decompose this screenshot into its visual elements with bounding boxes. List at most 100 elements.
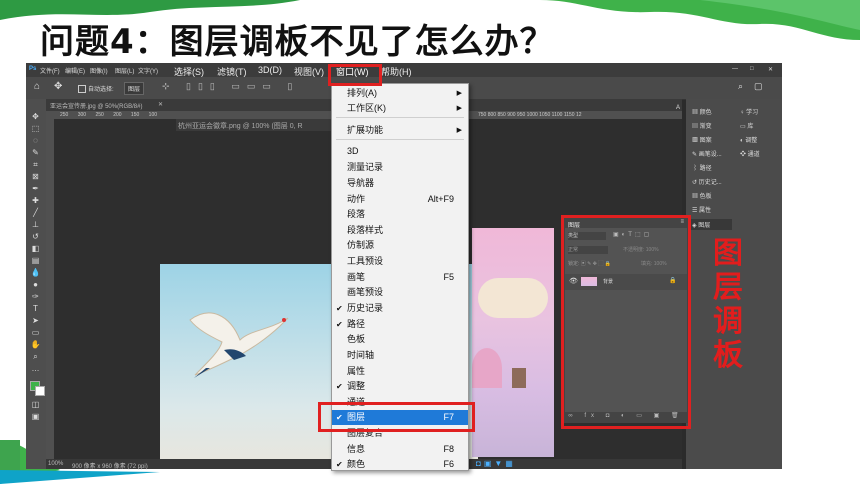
marquee-tool-icon[interactable]: ⬚ (30, 125, 41, 133)
collapse-left-icon[interactable]: A (676, 105, 680, 111)
menu-edit[interactable]: 编辑(E) (65, 66, 85, 75)
auto-select-dropdown[interactable]: 图层 (124, 82, 145, 95)
minimize-icon[interactable]: — (732, 66, 738, 72)
submenu-arrow-icon: ▶ (456, 90, 462, 97)
menu-item-label: 动作 (347, 194, 366, 204)
menu-item-15[interactable]: 色板 (332, 332, 468, 347)
hand-tool-icon[interactable]: ✋ (30, 341, 41, 349)
panel-libraries[interactable]: ▭ 库 (740, 121, 753, 130)
quick-select-tool-icon[interactable]: ✎ (30, 149, 41, 157)
menu-3d[interactable]: 3D(D) (258, 65, 282, 75)
close-icon[interactable]: ✕ (768, 66, 773, 73)
document-tab-2: 杭州亚运会徽章.png @ 100% (图层 0, R (176, 119, 356, 131)
checkmark-icon: ✔ (336, 460, 343, 469)
stamp-tool-icon[interactable]: ⊥ (30, 221, 41, 229)
panel-paths[interactable]: ⌇ 路径 (692, 163, 712, 172)
menu-item-22[interactable]: 信息 F8 (332, 442, 468, 457)
home-icon[interactable]: ⌂ (34, 81, 40, 92)
search-icon[interactable]: ⌕ (738, 81, 743, 92)
menu-item-9[interactable]: 仿制源 (332, 238, 468, 253)
panel-learn[interactable]: ♀ 学习 (740, 107, 758, 116)
workspace-icon[interactable]: ▢ (754, 81, 763, 92)
panel-gradient[interactable]: ▤ 渐变 (692, 121, 712, 130)
zoom-level: 100% (48, 461, 64, 467)
panel-properties[interactable]: ☰ 属性 (692, 205, 711, 214)
menu-item-4[interactable]: 测量记录 (332, 160, 468, 175)
ps-logo: Ps (29, 66, 37, 72)
gradient-tool-icon[interactable]: ▤ (30, 257, 41, 265)
quick-mask-icon[interactable]: ◫ (30, 401, 41, 409)
shape-tool-icon[interactable]: ▭ (30, 329, 41, 337)
poster-image (472, 228, 554, 457)
pen-tool-icon[interactable]: ✑ (30, 293, 41, 301)
healing-tool-icon[interactable]: ✚ (30, 197, 41, 205)
panel-layers[interactable]: ◈ 图层 (690, 219, 732, 230)
brush-tool-icon[interactable]: ╱ (30, 209, 41, 217)
panel-pattern[interactable]: ▩ 图案 (692, 135, 712, 144)
tab-close-icon[interactable]: ✕ (158, 101, 163, 108)
menu-item-7[interactable]: 段落 (332, 207, 468, 222)
ruler-left (46, 119, 54, 459)
panel-adjustments[interactable]: ◐ 调整 (740, 135, 757, 144)
menu-item-6[interactable]: 动作 Alt+F9 (332, 192, 468, 207)
menu-item-0[interactable]: 排列(A) ▶ (332, 86, 468, 101)
menu-type[interactable]: 文字(Y) (138, 66, 158, 75)
menu-item-12[interactable]: 画笔预设 (332, 285, 468, 300)
layers-panel-label: 图层调板 (713, 236, 743, 373)
screen-mode-icon[interactable]: ▣ (30, 413, 41, 421)
menu-file[interactable]: 文件(F) (40, 66, 60, 75)
path-select-icon[interactable]: ➤ (30, 317, 41, 325)
zoom-tool-icon[interactable]: ⌕ (30, 353, 41, 361)
menu-item-2[interactable]: 扩展功能 ▶ (332, 123, 468, 138)
menu-layer[interactable]: 图层(L) (115, 66, 134, 75)
panel-history[interactable]: ↺ 历史记... (692, 177, 722, 186)
auto-select-checkbox[interactable] (78, 85, 86, 93)
tab-document-1[interactable]: 亚运会宣传册.jpg @ 50%(RGB/8#) (50, 101, 142, 110)
history-brush-icon[interactable]: ↺ (30, 233, 41, 241)
panel-brush-settings[interactable]: ✎ 画笔设... (692, 149, 722, 158)
panel-color[interactable]: ▦ 颜色 (692, 107, 712, 116)
menu-item-11[interactable]: 画笔 F5 (332, 270, 468, 285)
more-tools-icon[interactable]: … (30, 365, 41, 373)
menu-item-18[interactable]: ✔ 调整 (332, 379, 468, 394)
frame-tool-icon[interactable]: ⊠ (30, 173, 41, 181)
eyedropper-tool-icon[interactable]: ✒ (30, 185, 41, 193)
lasso-tool-icon[interactable]: ◌ (30, 137, 41, 145)
poster-cloud (478, 278, 548, 318)
background-color-swatch[interactable] (35, 386, 45, 396)
dodge-tool-icon[interactable]: ● (30, 281, 41, 289)
align-icons[interactable]: ▯▯▯ ▭▭▭ ▯ (186, 81, 299, 92)
menu-item-label: 颜色 (347, 459, 366, 469)
menu-item-10[interactable]: 工具预设 (332, 254, 468, 269)
panel-channels[interactable]: ❖ 通道 (740, 149, 760, 158)
menu-item-shortcut: F5 (443, 272, 454, 282)
photoshop-window: Ps 文件(F) 编辑(E) 图像(I) 图层(L) 文字(Y) 选择(S) 滤… (26, 63, 782, 472)
menu-item-14[interactable]: ✔ 路径 (332, 317, 468, 332)
menu-item-16[interactable]: 时间轴 (332, 348, 468, 363)
menu-item-1[interactable]: 工作区(K) ▶ (332, 101, 468, 116)
type-tool-icon[interactable]: T (30, 305, 41, 313)
menu-item-23[interactable]: ✔ 颜色 F6 (332, 457, 468, 472)
eraser-tool-icon[interactable]: ◧ (30, 245, 41, 253)
layers-panel-highlight (561, 215, 691, 429)
menu-item-label: 路径 (347, 319, 366, 329)
move-tool-icon[interactable]: ✥ (54, 81, 62, 92)
maximize-icon[interactable]: □ (750, 66, 754, 72)
transform-controls-icon[interactable]: ⊹ (162, 81, 170, 92)
menu-item-13[interactable]: ✔ 历史记录 (332, 301, 468, 316)
poster-hill (472, 348, 502, 388)
menu-item-3[interactable]: 3D (332, 144, 468, 159)
submenu-arrow-icon: ▶ (456, 127, 462, 134)
blur-tool-icon[interactable]: 💧 (30, 269, 41, 277)
menu-item-label: 画笔预设 (347, 287, 384, 297)
menu-image[interactable]: 图像(I) (90, 66, 108, 75)
panel-swatches[interactable]: ▦ 色板 (692, 191, 712, 200)
menu-item-5[interactable]: 导航器 (332, 176, 468, 191)
move-tool-icon[interactable]: ✥ (30, 113, 41, 121)
slide-title: 问题4：图层调板不见了怎么办？ (40, 22, 555, 62)
share-icons[interactable]: ◘▣▼▦ (476, 459, 516, 468)
menu-item-17[interactable]: 属性 (332, 364, 468, 379)
crop-tool-icon[interactable]: ⌗ (30, 161, 41, 169)
submenu-arrow-icon: ▶ (456, 105, 462, 112)
menu-item-8[interactable]: 段落样式 (332, 223, 468, 238)
